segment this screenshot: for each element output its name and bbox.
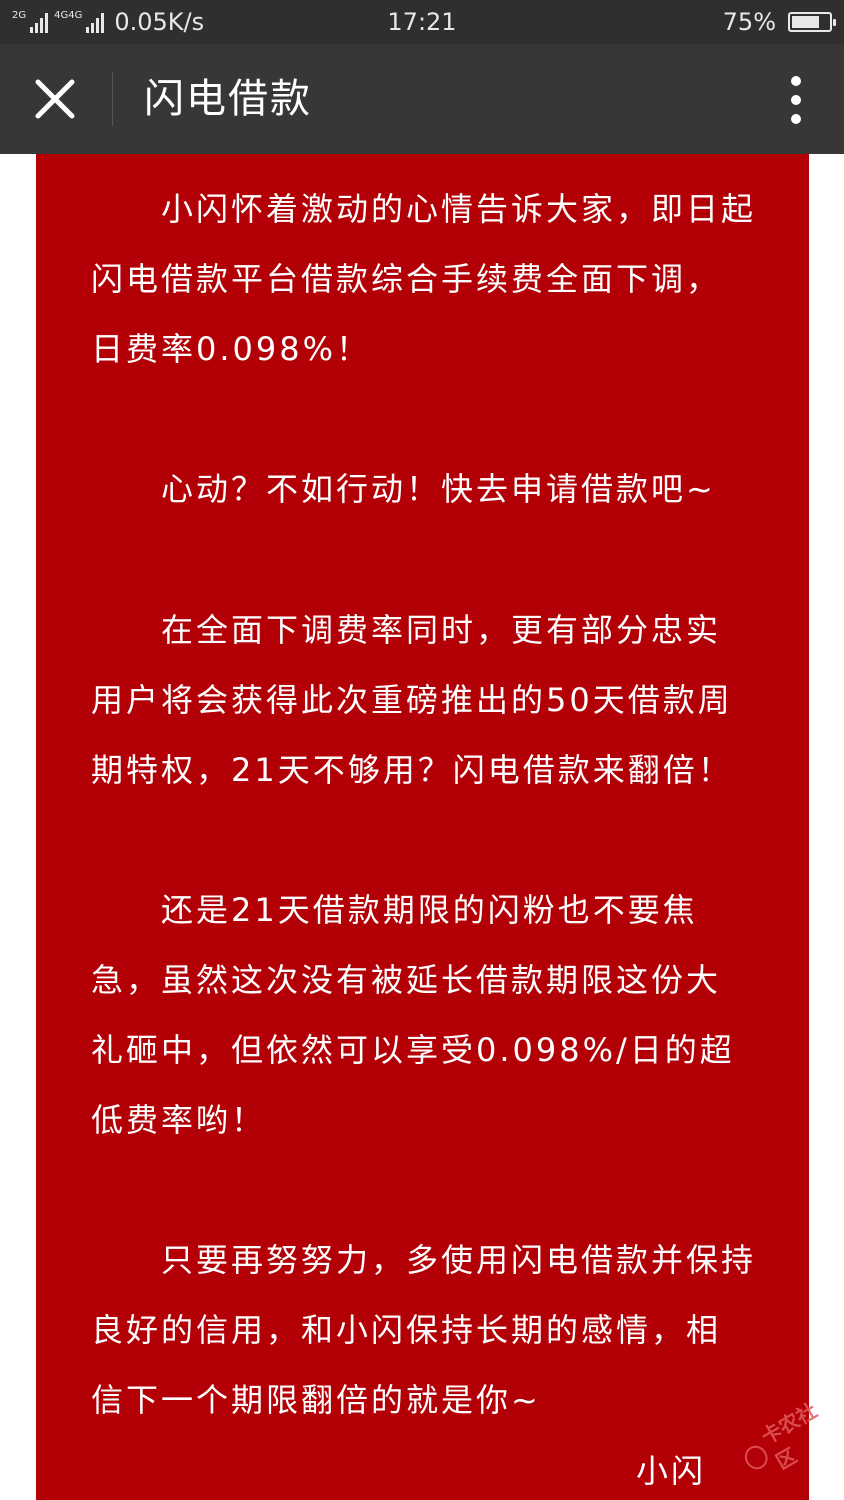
status-time: 17:21	[387, 8, 457, 36]
battery-percent: 75%	[722, 8, 776, 36]
nav-bar: 闪电借款	[0, 44, 844, 154]
close-icon[interactable]	[30, 74, 80, 124]
page-title: 闪电借款	[144, 76, 312, 122]
paragraph-line: 小闪怀着激动的心情告诉大家，即日起	[91, 190, 757, 228]
paragraph-line: 只要再努努力，多使用闪电借款并保持	[91, 1241, 757, 1279]
paragraph: 心动？不如行动！快去申请借款吧~	[91, 454, 771, 524]
paragraph-line: 信下一个期限翻倍的就是你~	[91, 1381, 541, 1419]
more-vertical-icon[interactable]	[790, 76, 802, 124]
paragraph: 只要再努努力，多使用闪电借款并保持 良好的信用，和小闪保持长期的感情，相 信下一…	[91, 1225, 771, 1435]
paragraph-line: 还是21天借款期限的闪粉也不要焦	[91, 891, 698, 929]
nav-divider	[112, 72, 113, 126]
paragraph-line: 期特权，21天不够用？闪电借款来翻倍！	[91, 751, 733, 789]
paragraph-line: 日费率0.098%！	[91, 330, 372, 368]
paragraph-line: 良好的信用，和小闪保持长期的感情，相	[91, 1311, 722, 1349]
status-right: 75%	[722, 0, 836, 44]
battery-icon	[788, 12, 836, 32]
paragraph: 还是21天借款期限的闪粉也不要焦 急，虽然这次没有被延长借款期限这份大 礼砸中，…	[91, 875, 771, 1155]
article-content: 小闪怀着激动的心情告诉大家，即日起 闪电借款平台借款综合手续费全面下调， 日费率…	[36, 154, 809, 1500]
paragraph-line: 急，虽然这次没有被延长借款期限这份大	[91, 961, 722, 999]
paragraph-line: 低费率哟！	[91, 1101, 267, 1139]
battery-fill	[792, 16, 819, 28]
paragraph: 小闪怀着激动的心情告诉大家，即日起 闪电借款平台借款综合手续费全面下调， 日费率…	[91, 174, 771, 384]
paragraph-line: 礼砸中，但依然可以享受0.098%/日的超	[91, 1031, 735, 1069]
paragraph-line: 闪电借款平台借款综合手续费全面下调，	[91, 260, 722, 298]
paragraph-line: 心动？不如行动！快去申请借款吧~	[91, 470, 716, 508]
signature: 小闪	[636, 1452, 707, 1490]
paragraph: 在全面下调费率同时，更有部分忠实 用户将会获得此次重磅推出的50天借款周 期特权…	[91, 595, 771, 805]
paragraph-line: 在全面下调费率同时，更有部分忠实	[91, 611, 722, 649]
status-bar: 2G 4G4G 0.05K/s 17:21 75%	[0, 0, 844, 44]
paragraph-line: 用户将会获得此次重磅推出的50天借款周	[91, 681, 733, 719]
